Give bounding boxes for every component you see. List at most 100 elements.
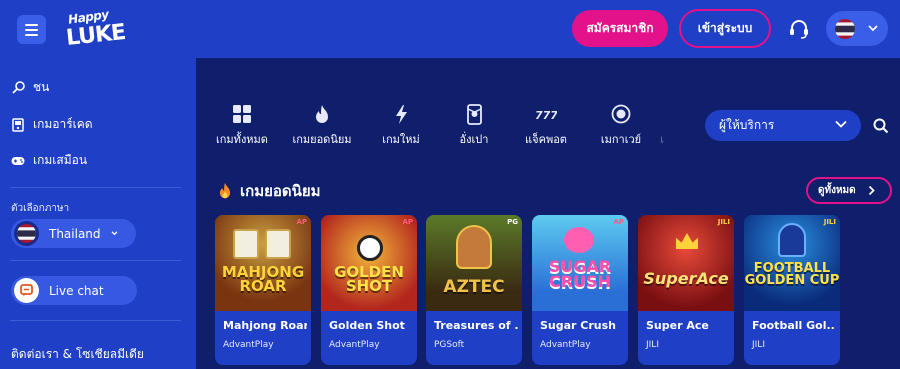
game-thumbnail: SuperAce JILI <box>638 215 734 311</box>
game-art-title: SuperAce <box>643 269 729 288</box>
hamburger-menu-button[interactable] <box>17 15 46 44</box>
chevron-down-icon <box>111 231 117 236</box>
category-label: เกมทั้งหมด <box>216 133 268 146</box>
menu-line <box>25 33 38 36</box>
sidebar-item-arcade[interactable]: เกมอาร์เคด <box>11 115 93 134</box>
player-figure <box>778 223 806 257</box>
category-label: อั่งเปา <box>459 133 489 146</box>
sidebar-divider <box>10 320 181 321</box>
thailand-flag-icon <box>14 221 39 246</box>
game-art-title: SUGAR CRUSH <box>548 257 612 292</box>
svg-text:777: 777 <box>535 109 557 121</box>
game-card[interactable]: SUGAR CRUSH AP Sugar Crush AdvantPlay <box>532 215 628 365</box>
category-label: เกมยอดนิยม <box>292 133 352 146</box>
mahjong-tile <box>265 229 291 259</box>
sidebar-item-virtual[interactable]: เกมเสมือน <box>11 151 87 170</box>
chevron-down-icon <box>868 25 878 32</box>
red-envelope-icon <box>436 102 512 126</box>
game-card[interactable]: AZTEC PG Treasures of ... PGSoft <box>426 215 522 365</box>
category-label: เกมใหม่ <box>382 133 420 146</box>
category-jackpot[interactable]: 777 แจ็คพอต <box>508 102 584 148</box>
game-provider: AdvantPlay <box>540 340 591 350</box>
category-label: แจ็คพอต <box>525 133 567 146</box>
flame-icon <box>219 182 231 199</box>
game-provider: AdvantPlay <box>329 340 380 350</box>
popular-section-header: เกมยอดนิยม <box>218 179 321 203</box>
game-name: Sugar Crush <box>540 319 617 332</box>
menu-line <box>25 23 38 26</box>
see-all-button[interactable]: ดูทั้งหมด <box>806 177 892 204</box>
game-name: Golden Shot <box>329 319 405 332</box>
see-all-label: ดูทั้งหมด <box>818 185 856 196</box>
language-switcher[interactable] <box>826 11 888 46</box>
gamepad-icon <box>11 154 25 168</box>
game-card[interactable]: MAHJONG ROAR AP Mahjong Roar AdvantPlay <box>215 215 311 365</box>
category-label: เ <box>660 133 664 146</box>
chevron-down-icon <box>835 120 847 128</box>
menu-line <box>25 28 38 31</box>
game-thumbnail: FOOTBALL GOLDEN CUP JILI <box>744 215 840 311</box>
headset-support-icon[interactable] <box>787 17 811 41</box>
flame-icon <box>284 102 360 126</box>
main-content: เกมทั้งหมด เกมยอดนิยม เกมใหม่ อั่งเปา 77… <box>196 58 900 369</box>
live-chat-button[interactable]: Live chat <box>11 276 137 305</box>
game-thumbnail: AZTEC PG <box>426 215 522 311</box>
game-art-title: FOOTBALL GOLDEN CUP <box>744 261 840 289</box>
sidebar-item-lollipop[interactable]: ชน <box>11 78 49 97</box>
game-card[interactable]: SuperAce JILI Super Ace JILI <box>638 215 734 365</box>
game-art-title: MAHJONG ROAR <box>221 263 305 296</box>
top-header: Happy LUKE สมัครสมาชิก เข้าสู่ระบบ <box>0 0 900 58</box>
game-provider: AdvantPlay <box>223 340 274 350</box>
game-name: Football Gol... <box>752 319 836 332</box>
game-name: Treasures of ... <box>434 319 518 332</box>
scroll-fade <box>674 98 704 148</box>
mahjong-tile <box>233 229 259 259</box>
partial-icon <box>647 102 677 126</box>
happy-luke-logo[interactable]: Happy LUKE <box>65 7 146 51</box>
thailand-flag-icon <box>835 19 855 39</box>
category-popular[interactable]: เกมยอดนิยม <box>284 102 360 148</box>
gummy-bear <box>564 227 594 253</box>
category-partial[interactable]: เ <box>647 102 677 148</box>
game-art-title: AZTEC <box>443 277 505 297</box>
grid-icon <box>204 102 280 126</box>
provider-badge: AP <box>402 218 413 226</box>
category-new[interactable]: เกมใหม่ <box>363 102 439 148</box>
provider-badge: JILI <box>717 218 730 226</box>
game-thumbnail: GOLDEN SHOT AP <box>321 215 417 311</box>
bolt-icon <box>363 102 439 126</box>
game-thumbnail: SUGAR CRUSH AP <box>532 215 628 311</box>
game-provider: PGSoft <box>434 340 465 350</box>
language-section-title: ตัวเลือกภาษา <box>11 203 70 214</box>
provider-badge: PG <box>507 218 518 226</box>
lollipop-icon <box>11 81 25 95</box>
sidebar-divider <box>10 187 181 188</box>
live-chat-label: Live chat <box>49 283 104 298</box>
sidebar-item-label: เกมเสมือน <box>33 153 88 167</box>
football-ball <box>357 235 383 261</box>
game-name: Mahjong Roar <box>223 319 307 332</box>
login-button[interactable]: เข้าสู่ระบบ <box>679 9 771 48</box>
register-button[interactable]: สมัครสมาชิก <box>572 10 668 47</box>
game-thumbnail: MAHJONG ROAR AP <box>215 215 311 311</box>
contact-social-link[interactable]: ติดต่อเรา & โซเชียลมีเดีย <box>11 345 144 364</box>
777-icon: 777 <box>508 102 584 126</box>
game-art-title: GOLDEN SHOT <box>334 263 404 296</box>
game-card[interactable]: FOOTBALL GOLDEN CUP JILI Football Gol...… <box>744 215 840 365</box>
sidebar-divider <box>10 260 181 261</box>
category-all-games[interactable]: เกมทั้งหมด <box>204 102 280 148</box>
game-provider: JILI <box>646 340 659 350</box>
section-title: เกมยอดนิยม <box>240 182 321 200</box>
chat-icon <box>14 278 39 303</box>
language-value: Thailand <box>49 226 101 241</box>
game-card[interactable]: GOLDEN SHOT AP Golden Shot AdvantPlay <box>321 215 417 365</box>
sidebar-language-select[interactable]: Thailand <box>11 219 136 248</box>
provider-filter-select[interactable]: ผู้ให้บริการ <box>705 110 861 141</box>
search-icon[interactable] <box>873 118 889 138</box>
chevron-right-icon <box>868 185 875 196</box>
sidebar: ชน เกมอาร์เคด เกมเสมือน ตัวเลือกภาษา Tha… <box>0 58 196 369</box>
provider-badge: AP <box>296 218 307 226</box>
game-name: Super Ace <box>646 319 709 332</box>
provider-badge: JILI <box>823 218 836 226</box>
category-red-envelope[interactable]: อั่งเปา <box>436 102 512 148</box>
